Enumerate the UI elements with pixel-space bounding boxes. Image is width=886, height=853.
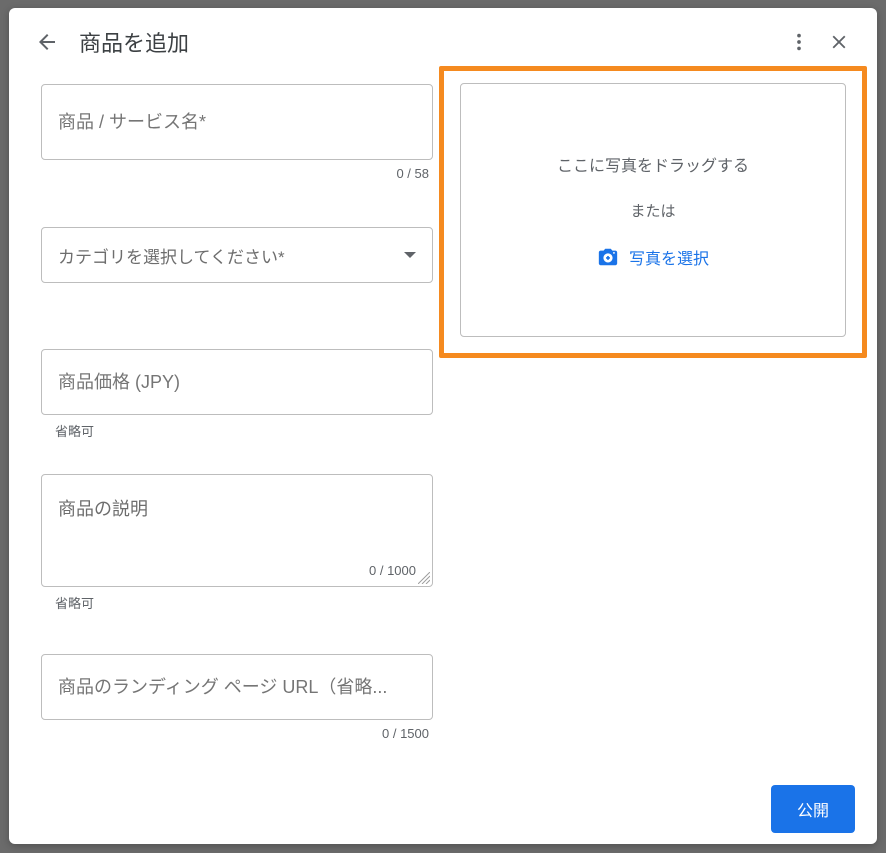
price-input[interactable] xyxy=(58,372,416,393)
select-photo-label: 写真を選択 xyxy=(629,245,709,269)
category-placeholder: カテゴリを選択してください* xyxy=(58,243,404,268)
dialog-title: 商品を追加 xyxy=(79,26,189,58)
back-button[interactable] xyxy=(27,22,67,62)
select-photo-button[interactable]: 写真を選択 xyxy=(597,245,709,269)
description-helper: 省略可 xyxy=(55,593,433,612)
more-options-button[interactable] xyxy=(779,22,819,62)
dialog-header: 商品を追加 xyxy=(9,8,877,72)
arrow-back-icon xyxy=(35,30,59,54)
url-input[interactable] xyxy=(58,677,416,698)
description-counter: 0 / 1000 xyxy=(58,563,416,578)
dialog-content: 0 / 58 カテゴリを選択してください* 省略可 商品の説明 0 / 1000 xyxy=(9,72,877,769)
product-name-counter: 0 / 58 xyxy=(41,166,433,181)
description-field-wrap: 商品の説明 0 / 1000 省略可 xyxy=(41,474,433,612)
left-column: 0 / 58 カテゴリを選択してください* 省略可 商品の説明 0 / 1000 xyxy=(41,84,433,769)
photo-drag-text: ここに写真をドラッグする xyxy=(557,152,749,176)
product-name-field[interactable] xyxy=(41,84,433,160)
close-button[interactable] xyxy=(819,22,859,62)
product-name-input[interactable] xyxy=(58,112,416,133)
category-select[interactable]: カテゴリを選択してください* xyxy=(41,227,433,283)
price-field-wrap: 省略可 xyxy=(41,349,433,440)
url-field[interactable] xyxy=(41,654,433,720)
photo-highlight-box: ここに写真をドラッグする または 写真を選択 xyxy=(439,66,867,358)
url-field-wrap: 0 / 1500 xyxy=(41,654,433,741)
resize-handle-icon[interactable] xyxy=(418,572,430,584)
category-field-wrap: カテゴリを選択してください* xyxy=(41,227,433,283)
publish-button-label: 公開 xyxy=(797,803,829,820)
url-counter: 0 / 1500 xyxy=(41,726,433,741)
product-name-field-wrap: 0 / 58 xyxy=(41,84,433,181)
photo-drop-zone[interactable]: ここに写真をドラッグする または 写真を選択 xyxy=(460,83,846,337)
camera-icon xyxy=(597,246,619,268)
dialog-footer: 公開 xyxy=(9,769,877,851)
publish-button[interactable]: 公開 xyxy=(771,785,855,833)
price-helper: 省略可 xyxy=(55,421,433,440)
description-field[interactable]: 商品の説明 0 / 1000 xyxy=(41,474,433,587)
chevron-down-icon xyxy=(404,252,416,258)
close-icon xyxy=(828,31,850,53)
add-product-dialog: 商品を追加 0 / 58 カテゴリを選択してください* xyxy=(9,8,877,844)
photo-or-text: または xyxy=(630,200,675,221)
description-placeholder: 商品の説明 xyxy=(58,495,416,521)
price-field[interactable] xyxy=(41,349,433,415)
more-vert-icon xyxy=(788,31,810,53)
